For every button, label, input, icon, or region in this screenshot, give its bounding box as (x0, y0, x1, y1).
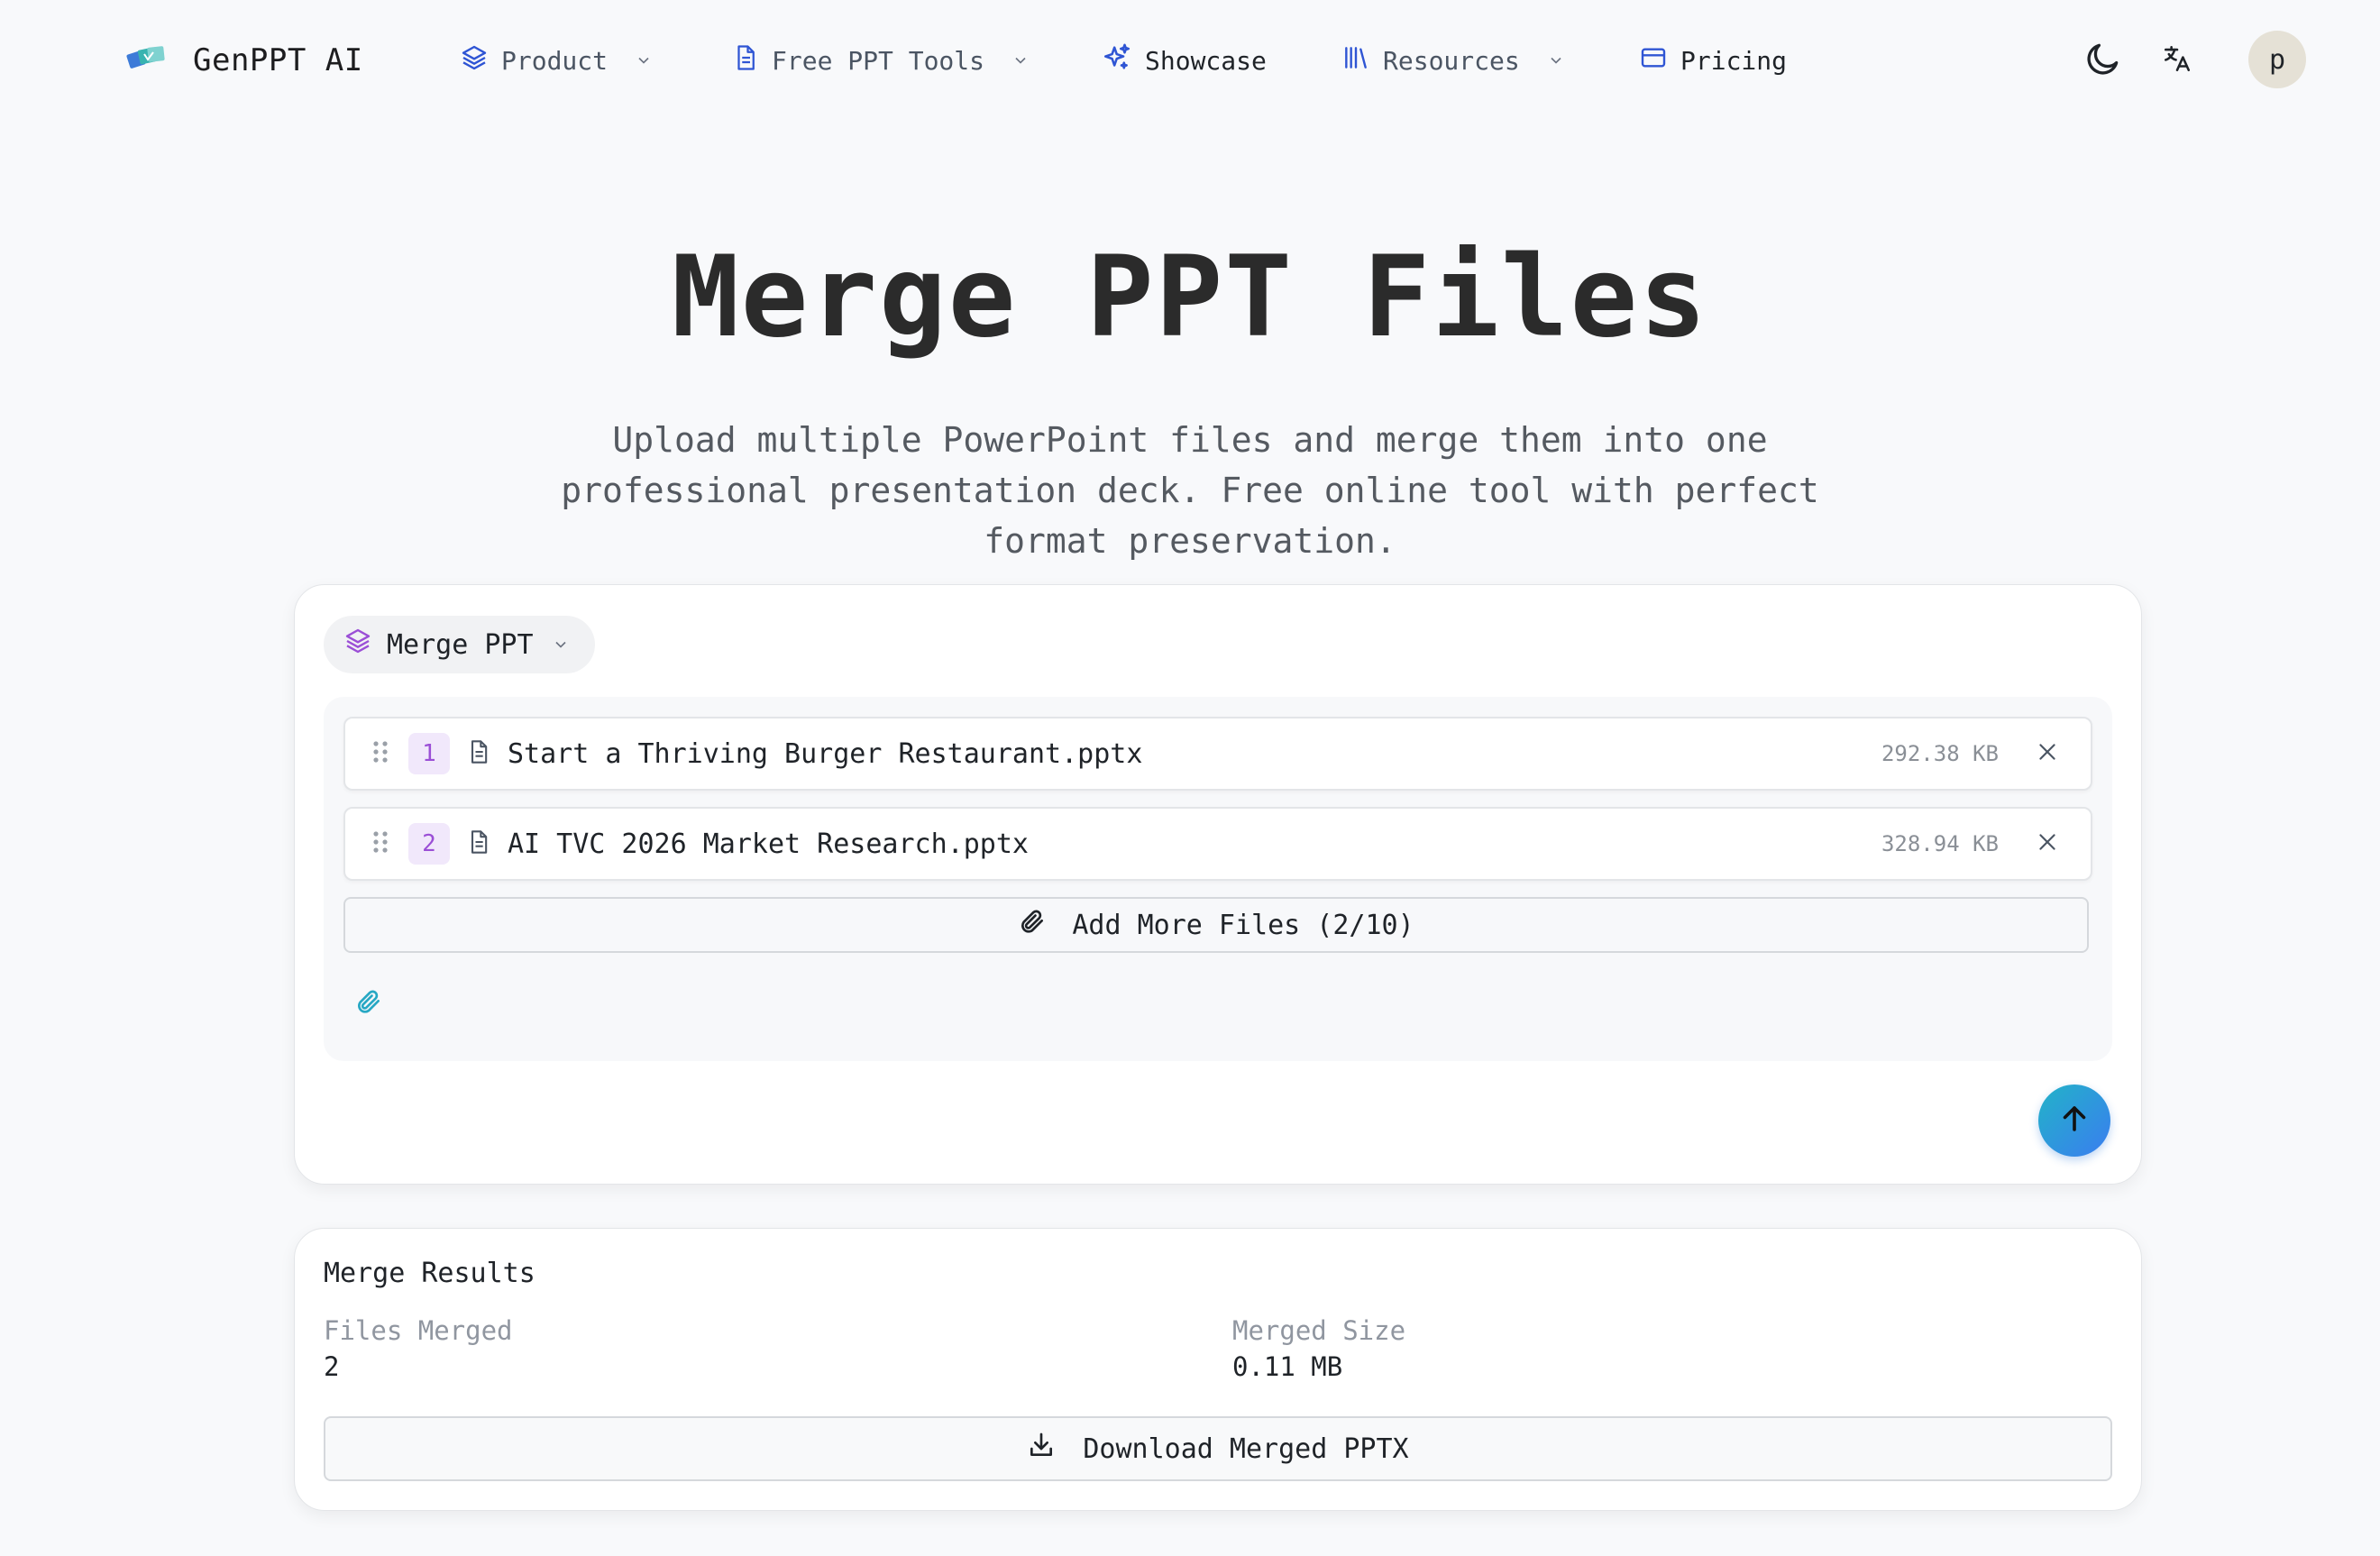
remove-file-button[interactable] (2029, 826, 2065, 862)
arrow-up-icon (2058, 1103, 2091, 1139)
moon-icon (2083, 39, 2123, 82)
merge-card: Merge PPT 1 Start a Thriving Burger Rest… (294, 584, 2142, 1185)
nav-showcase[interactable]: Showcase (1102, 38, 1267, 83)
add-more-files-button[interactable]: Add More Files (2/10) (343, 897, 2089, 953)
layers-icon (460, 43, 489, 78)
results-title: Merge Results (324, 1258, 536, 1289)
file-list-item[interactable]: 2 AI TVC 2026 Market Research.pptx 328.9… (343, 807, 2092, 881)
chevron-down-icon (1012, 46, 1030, 76)
merge-results-card: Merge Results Files Merged 2 Merged Size… (294, 1228, 2142, 1511)
sparkles-icon (1102, 42, 1132, 79)
drag-handle-icon[interactable] (372, 739, 392, 768)
nav-resources[interactable]: Resources (1341, 38, 1565, 83)
page-subtitle: Upload multiple PowerPoint files and mer… (561, 420, 1819, 561)
files-merged-value: 2 (324, 1351, 340, 1382)
nav-resources-label: Resources (1383, 45, 1520, 76)
attach-button[interactable] (351, 985, 387, 1021)
nav-product[interactable]: Product (460, 38, 653, 83)
nav-showcase-label: Showcase (1145, 45, 1267, 76)
brand[interactable]: GenPPT AI (126, 36, 363, 85)
add-more-files-label: Add More Files (2/10) (1072, 909, 1414, 941)
file-order-badge: 2 (408, 823, 450, 865)
files-merged-label: Files Merged (324, 1315, 513, 1346)
nav-free-ppt-tools[interactable]: Free PPT Tools (732, 38, 1030, 83)
chevron-down-icon (1547, 46, 1565, 76)
remove-file-button[interactable] (2029, 736, 2065, 772)
file-list-item[interactable]: 1 Start a Thriving Burger Restaurant.ppt… (343, 717, 2092, 791)
top-navigation: GenPPT AI Product Free PPT Tools Showcas… (0, 0, 2380, 121)
file-drop-zone[interactable]: 1 Start a Thriving Burger Restaurant.ppt… (324, 697, 2112, 1061)
mode-selector[interactable]: Merge PPT (324, 616, 595, 673)
paperclip-icon (1018, 907, 1047, 943)
logo-icon (126, 43, 168, 78)
chevron-down-icon (635, 46, 653, 76)
nav-free-ppt-tools-label: Free PPT Tools (772, 45, 985, 76)
file-size: 292.38 KB (1881, 741, 1999, 766)
language-button[interactable] (2146, 29, 2209, 92)
merged-size-label: Merged Size (1232, 1315, 1406, 1346)
nav-pricing-label: Pricing (1680, 45, 1788, 76)
avatar[interactable]: p (2248, 31, 2306, 88)
nav-pricing[interactable]: Pricing (1639, 38, 1787, 83)
document-icon (732, 43, 759, 78)
close-icon (2036, 830, 2059, 857)
page-title: Merge PPT Files (672, 233, 1708, 362)
drag-handle-icon[interactable] (372, 829, 392, 858)
library-icon (1341, 43, 1370, 78)
file-size: 328.94 KB (1881, 831, 1999, 856)
nav-product-label: Product (501, 45, 609, 76)
document-icon (466, 737, 491, 770)
file-order-badge: 1 (408, 733, 450, 774)
layers-icon (343, 627, 372, 663)
document-icon (466, 828, 491, 860)
translate-icon (2162, 43, 2192, 78)
download-merged-button[interactable]: Download Merged PPTX (324, 1416, 2112, 1481)
mode-selector-label: Merge PPT (387, 628, 534, 661)
close-icon (2036, 740, 2059, 767)
merge-submit-button[interactable] (2038, 1085, 2110, 1157)
theme-toggle-button[interactable] (2072, 29, 2135, 92)
file-name: Start a Thriving Burger Restaurant.pptx (508, 737, 1143, 770)
brand-name: GenPPT AI (193, 42, 363, 78)
chevron-down-icon (552, 629, 570, 661)
paperclip-icon (354, 987, 383, 1020)
download-merged-label: Download Merged PPTX (1083, 1432, 1409, 1465)
merged-size-value: 0.11 MB (1232, 1351, 1343, 1382)
file-name: AI TVC 2026 Market Research.pptx (508, 828, 1029, 860)
download-icon (1027, 1431, 1056, 1467)
credit-card-icon (1639, 43, 1668, 78)
